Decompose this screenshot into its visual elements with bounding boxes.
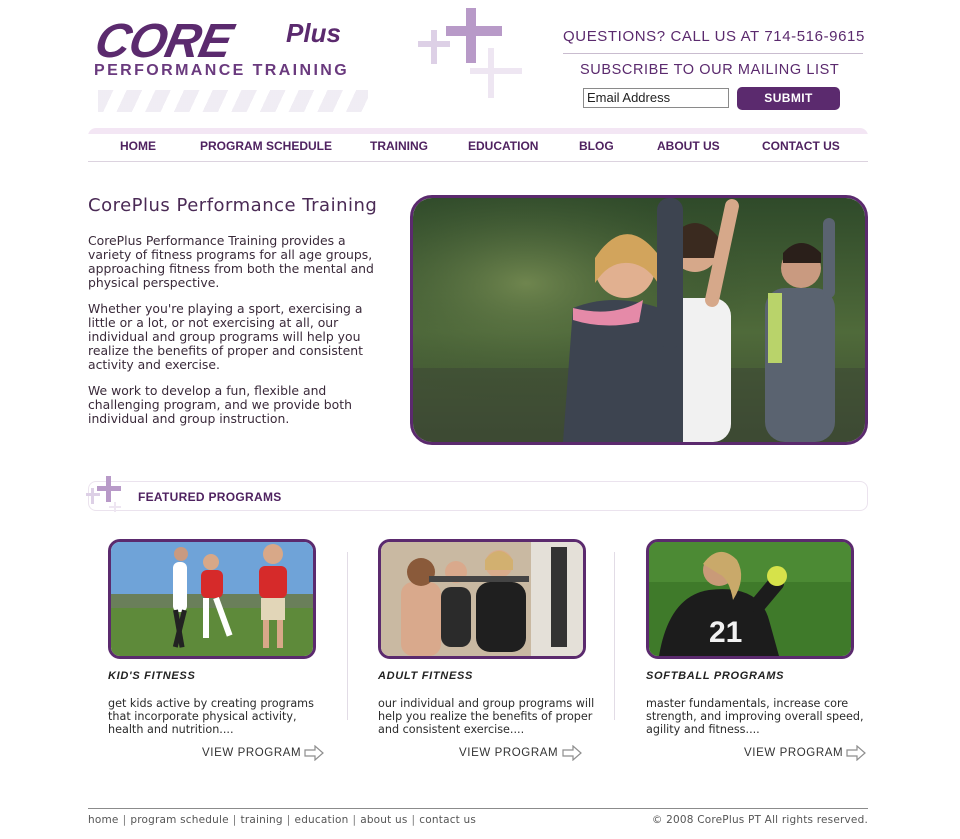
contact-phone: QUESTIONS? CALL US AT 714-516-9615 <box>563 28 865 45</box>
email-input[interactable]: Email Address <box>583 88 729 108</box>
nav-training[interactable]: TRAINING <box>370 139 428 153</box>
header-divider <box>563 53 863 54</box>
main-nav: HOME PROGRAM SCHEDULE TRAINING EDUCATION… <box>88 128 868 162</box>
logo-wordmark: CORE <box>90 15 237 68</box>
intro-paragraph: Whether you're playing a sport, exercisi… <box>88 301 363 372</box>
program-description: get kids active by creating programs tha… <box>108 697 314 736</box>
footer-link-contact-us[interactable]: contact us <box>419 814 476 826</box>
footer-link-education[interactable]: education <box>295 814 349 826</box>
program-title[interactable]: KID'S FITNESS <box>108 670 196 682</box>
footer-link-about-us[interactable]: about us <box>360 814 407 826</box>
footer-separator: | <box>411 814 416 826</box>
footer-divider <box>88 808 868 809</box>
nav-blog[interactable]: BLOG <box>579 139 614 153</box>
arrow-right-icon[interactable] <box>304 745 324 761</box>
intro-paragraph: We work to develop a fun, flexible and c… <box>88 383 352 426</box>
adult-fitness-photo[interactable] <box>378 539 586 659</box>
intro-paragraph: CorePlus Performance Training provides a… <box>88 233 374 290</box>
view-program-link[interactable]: VIEW PROGRAM <box>744 747 843 759</box>
footer-separator: | <box>122 814 127 826</box>
logo-plus-mark: Plus <box>286 18 341 48</box>
plus-decoration-icon <box>418 8 522 98</box>
nav-contact-us[interactable]: CONTACT US <box>762 139 840 153</box>
program-description: our individual and group programs will h… <box>378 697 595 736</box>
nav-home[interactable]: HOME <box>120 139 156 153</box>
footer-links: home | program schedule | training | education… <box>88 814 476 826</box>
site-logo[interactable]: CORE Plus PERFORMANCE TRAINING <box>90 15 392 118</box>
page-title: CorePlus Performance Training <box>88 195 378 216</box>
svg-text:21: 21 <box>709 616 742 649</box>
nav-about-us[interactable]: ABOUT US <box>657 139 720 153</box>
kids-fitness-photo[interactable] <box>108 539 316 659</box>
program-title[interactable]: SOFTBALL PROGRAMS <box>646 670 784 682</box>
hero-photo <box>410 195 868 445</box>
softball-player-illustration: 21 <box>649 542 851 656</box>
arrow-right-icon[interactable] <box>562 745 582 761</box>
group-fitness-illustration <box>413 198 865 442</box>
softball-photo[interactable]: 21 <box>646 539 854 659</box>
column-divider <box>614 552 615 720</box>
nav-education[interactable]: EDUCATION <box>468 139 538 153</box>
column-divider <box>347 552 348 720</box>
footer-separator: | <box>352 814 357 826</box>
arrow-right-icon[interactable] <box>846 745 866 761</box>
program-title[interactable]: ADULT FITNESS <box>378 670 473 682</box>
logo-reflection <box>98 90 368 112</box>
view-program-link[interactable]: VIEW PROGRAM <box>202 747 301 759</box>
gym-class-illustration <box>381 542 583 656</box>
featured-programs-heading: FEATURED PROGRAMS <box>138 490 282 504</box>
footer-link-program-schedule[interactable]: program schedule <box>130 814 228 826</box>
program-description: master fundamentals, increase core stren… <box>646 697 864 736</box>
logo-tagline: PERFORMANCE TRAINING <box>94 62 350 79</box>
kids-running-illustration <box>111 542 313 656</box>
plus-decoration-icon <box>86 476 121 512</box>
footer-separator: | <box>286 814 291 826</box>
view-program-link[interactable]: VIEW PROGRAM <box>459 747 558 759</box>
footer-link-home[interactable]: home <box>88 814 119 826</box>
nav-program-schedule[interactable]: PROGRAM SCHEDULE <box>200 139 332 153</box>
copyright: © 2008 CorePlus PT All rights reserved. <box>651 814 868 826</box>
footer-separator: | <box>232 814 237 826</box>
mailing-list-heading: SUBSCRIBE TO OUR MAILING LIST <box>580 62 840 78</box>
footer-link-training[interactable]: training <box>241 814 283 826</box>
submit-button[interactable]: SUBMIT <box>737 87 840 110</box>
